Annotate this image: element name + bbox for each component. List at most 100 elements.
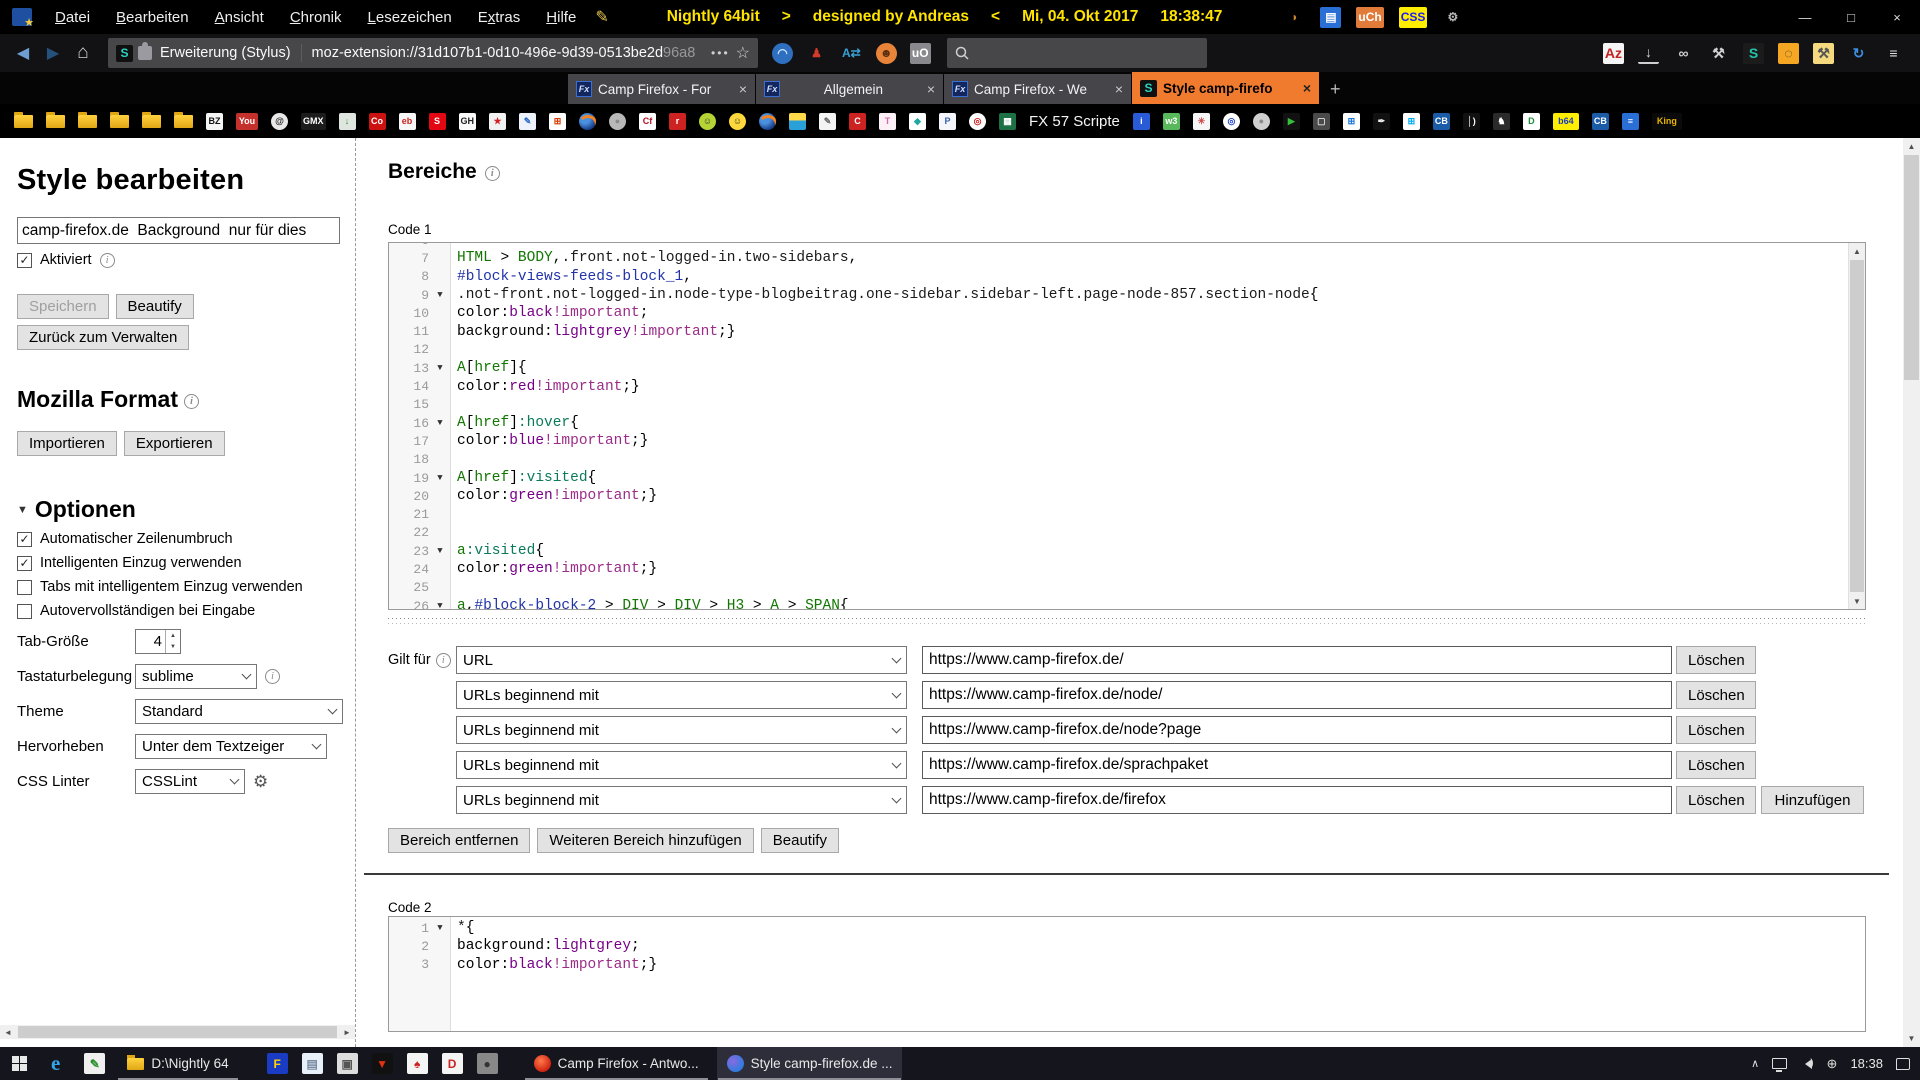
beach-bookmark[interactable] bbox=[789, 113, 806, 130]
fold-arrow-icon[interactable]: ▼ bbox=[429, 418, 451, 428]
scroll-up-icon[interactable]: ▲ bbox=[1903, 138, 1920, 155]
bookmark-folder[interactable] bbox=[174, 115, 193, 128]
pencil-icon[interactable]: ✎ bbox=[595, 7, 608, 27]
back-button[interactable]: ◀ bbox=[8, 38, 38, 68]
sparkasse-bookmark[interactable]: S bbox=[429, 113, 446, 130]
king-bookmark[interactable]: King bbox=[1652, 113, 1682, 130]
dictionary-icon[interactable]: Az bbox=[1603, 43, 1624, 64]
wrench-icon[interactable]: ⚒ bbox=[1708, 43, 1729, 64]
url-pattern-input[interactable] bbox=[922, 786, 1672, 814]
fox-icon[interactable]: ◗ bbox=[1284, 7, 1305, 28]
fold-arrow-icon[interactable]: ▼ bbox=[429, 473, 451, 483]
pen-bookmark[interactable]: ✎ bbox=[519, 113, 536, 130]
tastaturbelegung-select[interactable]: sublime bbox=[135, 664, 257, 689]
tab-close-icon[interactable]: × bbox=[1303, 80, 1311, 96]
display-tray-icon[interactable] bbox=[1772, 1058, 1787, 1069]
globe-blue-icon[interactable]: ◠ bbox=[772, 43, 793, 64]
enabled-checkbox[interactable]: ✓ bbox=[17, 253, 32, 268]
notes-bookmark[interactable]: ✎ bbox=[819, 113, 836, 130]
scroll-down-icon[interactable]: ▼ bbox=[1903, 1030, 1920, 1047]
css-linter-select[interactable]: CSSLint bbox=[135, 769, 245, 794]
globe-bookmark[interactable]: ● bbox=[1253, 113, 1270, 130]
bookmark-folder[interactable] bbox=[46, 115, 65, 128]
menu-lesezeichen[interactable]: Lesezeichen bbox=[355, 9, 465, 26]
f-pinned-icon[interactable]: F bbox=[267, 1053, 288, 1074]
cards-pinned-icon[interactable]: ♠ bbox=[407, 1053, 428, 1074]
tab-camp-firefox-for[interactable]: FxCamp Firefox - For× bbox=[568, 74, 755, 104]
gmx-bookmark[interactable]: GMX bbox=[301, 113, 326, 130]
scroll-down-icon[interactable]: ▼ bbox=[1849, 593, 1865, 609]
bookmark-star-icon[interactable]: ☆ bbox=[736, 43, 750, 63]
gh-bookmark[interactable]: GH bbox=[459, 113, 477, 130]
spinner-down-icon[interactable]: ▼ bbox=[166, 642, 180, 654]
match-type-select[interactable]: URL bbox=[456, 646, 907, 674]
export-button[interactable]: Exportieren bbox=[124, 431, 225, 456]
firefox-bookmark[interactable] bbox=[579, 113, 596, 130]
edge-button[interactable]: e bbox=[39, 1047, 72, 1080]
url-pattern-input[interactable] bbox=[922, 751, 1672, 779]
linter-settings-gear-icon[interactable]: ⚙ bbox=[253, 772, 268, 792]
start-button[interactable] bbox=[0, 1047, 39, 1080]
action-center-icon[interactable] bbox=[1896, 1058, 1910, 1070]
pipe-bookmark[interactable]: │) bbox=[1463, 113, 1480, 130]
tab-style-camp-firefo[interactable]: SStyle camp-firefo× bbox=[1132, 72, 1319, 104]
table-bookmark[interactable]: ▦ bbox=[999, 113, 1016, 130]
cb-bookmark[interactable]: CB bbox=[1433, 113, 1450, 130]
forward-button[interactable]: ▶ bbox=[38, 38, 68, 68]
notepad-pinned-icon[interactable]: ▤ bbox=[302, 1053, 323, 1074]
cb-bookmark[interactable]: CB bbox=[1592, 113, 1609, 130]
tv-bookmark[interactable]: ▢ bbox=[1313, 113, 1330, 130]
search-input[interactable] bbox=[977, 46, 1177, 61]
print-pinned-icon[interactable]: ▣ bbox=[337, 1053, 358, 1074]
add-button[interactable]: Hinzufügen bbox=[1761, 786, 1864, 814]
camera-pinned-icon[interactable]: ● bbox=[477, 1053, 498, 1074]
options-heading-row[interactable]: ▼ Optionen bbox=[17, 496, 343, 523]
url-bar[interactable]: S Erweiterung (Stylus) moz-extension://3… bbox=[108, 38, 758, 68]
editor-scrollbar[interactable]: ▲ ▼ bbox=[1848, 243, 1865, 609]
scrollbar-thumb[interactable] bbox=[1850, 260, 1864, 592]
window-bookmark[interactable]: ⊞ bbox=[1343, 113, 1360, 130]
d-red-pinned-icon[interactable]: D bbox=[442, 1053, 463, 1074]
close-button[interactable]: × bbox=[1874, 0, 1920, 34]
editor-resize-handle[interactable] bbox=[388, 616, 1866, 624]
fold-arrow-icon[interactable]: ▼ bbox=[429, 923, 451, 933]
option-checkbox[interactable] bbox=[17, 580, 32, 595]
scrollbar-thumb[interactable] bbox=[18, 1026, 337, 1038]
tab-size-spinner[interactable]: 4▲▼ bbox=[135, 629, 181, 654]
home-button[interactable]: ⌂ bbox=[68, 38, 98, 68]
fold-arrow-icon[interactable]: ▼ bbox=[429, 546, 451, 556]
spinner-up-icon[interactable]: ▲ bbox=[166, 630, 180, 642]
p-bookmark[interactable]: P bbox=[939, 113, 956, 130]
match-type-select[interactable]: URLs beginnend mit bbox=[456, 681, 907, 709]
window-blue-icon[interactable]: ▤ bbox=[1320, 7, 1341, 28]
refresh-icon[interactable]: ↻ bbox=[1848, 43, 1869, 64]
monkey-icon[interactable]: ☻ bbox=[876, 43, 897, 64]
css-icon[interactable]: CSS bbox=[1399, 7, 1428, 28]
tab-close-icon[interactable]: × bbox=[739, 81, 747, 97]
stylus-window-button[interactable]: Style camp-firefox.de ... bbox=[717, 1047, 903, 1080]
figure-red-icon[interactable]: ♟ bbox=[806, 43, 827, 64]
stylus-toolbar-icon[interactable]: S bbox=[1743, 43, 1764, 64]
youtube-bookmark[interactable]: You bbox=[236, 113, 258, 130]
people-bookmark[interactable]: ✳ bbox=[1193, 113, 1210, 130]
option-checkbox[interactable]: ✓ bbox=[17, 556, 32, 571]
add-section-button[interactable]: Weiteren Bereich hinzufügen bbox=[537, 828, 753, 853]
url-pattern-input[interactable] bbox=[922, 646, 1672, 674]
c-bookmark[interactable]: C bbox=[849, 113, 866, 130]
w3-bookmark[interactable]: w3 bbox=[1163, 113, 1180, 130]
menu-hilfe[interactable]: Hilfe bbox=[533, 9, 589, 26]
fold-arrow-icon[interactable]: ▼ bbox=[429, 363, 451, 373]
play-bookmark[interactable]: ▶ bbox=[1283, 113, 1300, 130]
new-tab-button[interactable]: + bbox=[1320, 79, 1353, 104]
bookmark-folder[interactable] bbox=[78, 115, 97, 128]
smiley-green-bookmark[interactable]: ☺ bbox=[699, 113, 716, 130]
option-checkbox[interactable] bbox=[17, 604, 32, 619]
cf-bookmark[interactable]: Cf bbox=[639, 113, 656, 130]
hervorheben-select[interactable]: Unter dem Textzeiger bbox=[135, 734, 327, 759]
ms-blue-bookmark[interactable]: ⊞ bbox=[1403, 113, 1420, 130]
r-bookmark[interactable]: r bbox=[669, 113, 686, 130]
at-bookmark[interactable]: @ bbox=[271, 113, 288, 130]
bookmark-folder[interactable] bbox=[110, 115, 129, 128]
bookmark-folder[interactable] bbox=[142, 115, 161, 128]
firefox-bookmark[interactable] bbox=[759, 113, 776, 130]
